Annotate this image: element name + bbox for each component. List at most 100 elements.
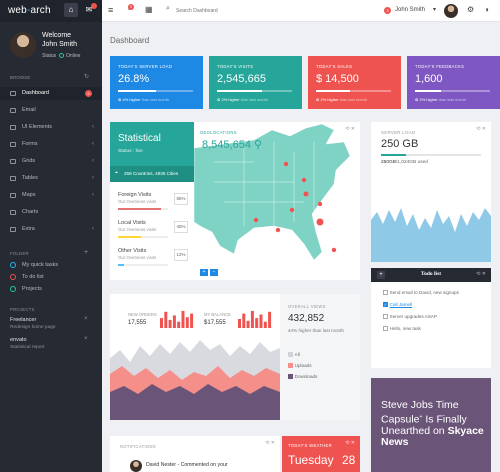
chevron-left-icon: ‹ [92, 124, 94, 130]
close-icon[interactable]: × [84, 316, 88, 322]
sidebar-item-ui-elements[interactable]: UI Elements ‹ [0, 121, 102, 134]
news-card[interactable]: Steve Jobs Time Capsule+ Is Finally Uneart… [371, 378, 491, 472]
trend-icon: ⊙ [316, 97, 320, 102]
status-dot [58, 53, 64, 59]
tile-label: TODAY'S SALES [316, 64, 353, 69]
user-menu[interactable]: 3 John Smith ▾ [380, 5, 442, 17]
refresh-icon[interactable]: ↻ [84, 73, 89, 80]
balance-bars [238, 310, 272, 328]
todo-card: + Todo list ⟲ ✕ Send email to David, new… [371, 268, 491, 368]
zoom-out-button[interactable]: − [210, 269, 218, 276]
weather-temp: 28 [342, 453, 356, 467]
tile-sales: TODAY'S SALES $ 14,500 ⊙ 2% higher than … [308, 56, 401, 109]
map-panel[interactable]: GEOLOCATIONS 8,545,654 ⚲ ⟲ ✕ + − [193, 122, 360, 276]
folder-dot [10, 262, 16, 268]
location-pin-icon: ⌖ [115, 170, 118, 176]
orders-balance-card: NEW ORDERS 17,555 MY BALANCE $17,555 [110, 294, 280, 420]
search-input[interactable] [176, 6, 256, 16]
server-load-card: SERVER LOAD 250 GB 250GB/1,024GB used ⟲ … [371, 122, 491, 262]
folder-item[interactable]: Projects [0, 283, 102, 296]
legend-swatch [288, 352, 293, 357]
apps-grid-icon[interactable]: ▦ [145, 5, 153, 14]
menu-icon[interactable]: ≡ [108, 5, 113, 15]
todo-item[interactable]: ✓ Call Jamell [383, 302, 412, 308]
mini-bar [246, 320, 250, 328]
views-wave-chart [110, 340, 280, 420]
tile-progress [316, 90, 391, 92]
notification-avatar[interactable] [130, 460, 142, 472]
add-folder-icon[interactable]: + [84, 249, 88, 256]
notifications-icon[interactable]: ◔3 [126, 4, 134, 14]
project-title[interactable]: Freelancer [10, 317, 36, 323]
user-status: Status Online [42, 53, 81, 59]
sidebar-item-maps[interactable]: Maps ‹ [0, 189, 102, 202]
todo-item[interactable]: Hello, new task [383, 326, 421, 332]
todo-checkbox[interactable] [383, 326, 388, 331]
sidebar-item-charts[interactable]: Charts [0, 206, 102, 219]
visit-progress [118, 236, 168, 238]
topbar-avatar[interactable] [444, 4, 458, 18]
todo-checkbox[interactable] [383, 314, 388, 319]
home-icon[interactable]: ⌂ [64, 3, 78, 17]
card-controls[interactable]: ⟲ ✕ [265, 440, 275, 446]
tile-feedbacks: TODAY'S FEEDBACKS 1,600 ⊙ 2% higher than… [407, 56, 500, 109]
todo-item[interactable]: Send email to David, new signups [383, 290, 459, 296]
mini-bar [160, 318, 163, 328]
tile-label: TODAY'S VISITS [217, 64, 254, 69]
card-controls[interactable]: ⟲ ✕ [476, 126, 486, 132]
overall-views-value: 432,852 [288, 313, 325, 324]
sidebar-item-tables[interactable]: Tables ‹ [0, 172, 102, 185]
todo-item[interactable]: Server upgrades ASAP [383, 314, 437, 320]
tile-label: TODAY'S SERVER LOAD [118, 64, 173, 69]
project-subtitle: Redesign home page [10, 325, 56, 330]
chevron-left-icon: ‹ [92, 158, 94, 164]
project-title[interactable]: envato [10, 337, 27, 343]
sidebar-item-grids[interactable]: Grids ‹ [0, 155, 102, 168]
tile-value: 26.8% [118, 73, 150, 85]
todo-checkbox[interactable] [383, 290, 388, 295]
settings-gear-icon[interactable]: ⚙ [467, 5, 474, 14]
user-avatar[interactable] [10, 32, 36, 58]
toggle-panel-icon[interactable]: ◑ [484, 5, 489, 14]
tile-progress [217, 90, 292, 92]
geolocations-value: 8,545,654 ⚲ [202, 139, 263, 151]
user-badge: 3 [384, 7, 391, 14]
tile-footnote: ⊙ 2% higher than last month [415, 97, 466, 102]
balance-label: MY BALANCE [204, 312, 231, 317]
card-controls[interactable]: ⟲ ✕ [345, 126, 355, 132]
visit-stat: Local Visits Our Overseas visits 45% [118, 220, 188, 238]
mini-bar [255, 318, 259, 328]
legend-item: Uploads [288, 363, 312, 369]
chevron-left-icon: ‹ [92, 226, 94, 232]
zoom-in-button[interactable]: + [200, 269, 208, 276]
visit-percent: 45% [174, 221, 188, 233]
brand-logo[interactable]: web-arch [8, 5, 51, 16]
mini-bar [268, 311, 272, 328]
close-icon[interactable]: × [84, 336, 88, 342]
sidebar-item-forms[interactable]: Forms ‹ [0, 138, 102, 151]
tile-visits: TODAY'S VISITS 2,545,665 ⊙ 2% higher tha… [209, 56, 302, 109]
brand-bar: web-arch ⌂ ✉ [0, 0, 102, 22]
card-controls[interactable]: ⟲ ✕ [476, 271, 486, 277]
projects-heading: PROJECTS [10, 307, 35, 312]
map-marker-icon: ⚲ [254, 139, 263, 151]
search-box[interactable]: ⌕ [166, 4, 256, 18]
inbox-icon[interactable]: ✉ [82, 3, 97, 17]
visit-percent: 12% [174, 249, 188, 261]
sidebar-item-email[interactable]: Email [0, 104, 102, 117]
mini-bar [259, 314, 263, 328]
mini-bar [172, 315, 176, 328]
sidebar-item-extra[interactable]: Extra ‹ [0, 223, 102, 236]
mini-bar [185, 317, 189, 328]
card-controls[interactable]: ⟲ ✕ [345, 440, 355, 446]
todo-checkbox-checked[interactable]: ✓ [383, 302, 388, 307]
tile-label: TODAY'S FEEDBACKS [415, 64, 465, 69]
sidebar-item-dashboard[interactable]: Dashboard 5 [0, 87, 102, 100]
statistical-card: Statistical Status : live ⌖ 258 Countrie… [110, 122, 360, 280]
balance-value: $17,555 [204, 320, 226, 326]
countries-row: ⌖ 258 Countries, 4835 Cities [110, 166, 194, 182]
countries-label: 258 Countries, 4835 Cities [124, 171, 179, 176]
server-load-used: 250GB/1,024GB used [381, 160, 428, 165]
tile-progress [415, 90, 490, 92]
notification-text[interactable]: David Nester - Commented on your [146, 462, 228, 468]
